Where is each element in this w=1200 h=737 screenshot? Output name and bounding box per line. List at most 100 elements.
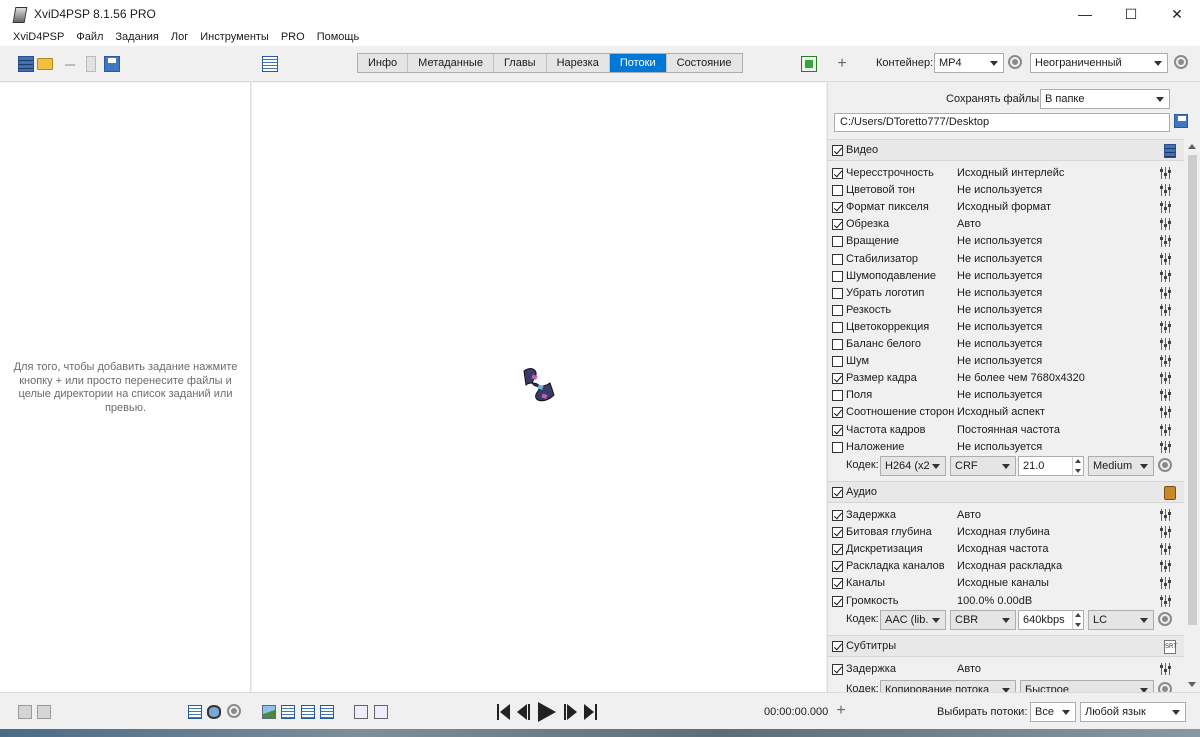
play-icon[interactable] <box>538 702 558 722</box>
video-quality-spinner[interactable]: 21.0 <box>1018 456 1084 476</box>
language-select[interactable]: Любой язык <box>1080 702 1186 722</box>
subtitles-codec-gear-icon[interactable] <box>1158 682 1172 692</box>
container-select[interactable]: MP4 <box>934 53 1004 73</box>
tune-sliders-icon[interactable] <box>1160 269 1172 282</box>
minimize-button[interactable]: — <box>1062 0 1108 28</box>
queue-icon[interactable] <box>18 705 32 719</box>
step-back-icon[interactable] <box>517 703 531 721</box>
add-icon[interactable]: + <box>834 56 850 72</box>
subtitles-filter-checkbox[interactable] <box>832 664 843 675</box>
filmstrip-icon[interactable] <box>320 705 334 719</box>
scroll-up-icon[interactable] <box>1188 144 1196 149</box>
spinner-arrows-icon[interactable] <box>1072 611 1083 629</box>
subtitles-speed-select[interactable]: Быстрое <box>1020 680 1154 692</box>
scroll-down-icon[interactable] <box>1188 682 1196 687</box>
video-filter-checkbox[interactable] <box>832 168 843 179</box>
video-mode-select[interactable]: CRF <box>950 456 1016 476</box>
tune-sliders-icon[interactable] <box>1160 406 1172 419</box>
task-list-panel[interactable]: Для того, чтобы добавить задание нажмите… <box>0 83 251 692</box>
video-filter-checkbox[interactable] <box>832 253 843 265</box>
menu-tools[interactable]: Инструменты <box>194 28 275 46</box>
video-filter-checkbox[interactable] <box>832 373 843 385</box>
open-folder-icon[interactable] <box>37 58 53 70</box>
subtitles-section-header[interactable]: Субтитры SRT <box>828 635 1184 657</box>
audio-enabled-checkbox[interactable] <box>832 487 843 498</box>
limit-select[interactable]: Неограниченный <box>1030 53 1168 73</box>
audio-codec-gear-icon[interactable] <box>1158 612 1172 626</box>
video-filter-row[interactable]: Чересстрочность Исходный интерлейс <box>828 165 1184 182</box>
audio-filter-checkbox[interactable] <box>832 595 843 607</box>
scrollbar-thumb[interactable] <box>1188 155 1197 625</box>
video-filter-checkbox[interactable] <box>832 185 843 197</box>
video-filter-row[interactable]: Обрезка Авто <box>828 216 1184 233</box>
audio-section-header[interactable]: Аудио <box>828 481 1184 503</box>
video-filter-row[interactable]: Поля Не используется <box>828 387 1184 404</box>
preview-eye-icon[interactable] <box>207 705 221 719</box>
audio-filter-row[interactable]: Битовая глубина Исходная глубина <box>828 524 1184 541</box>
tune-sliders-icon[interactable] <box>1160 286 1172 299</box>
video-filter-row[interactable]: Наложение Не используется <box>828 439 1184 456</box>
tune-sliders-icon[interactable] <box>1160 338 1172 350</box>
video-filter-row[interactable]: Убрать логотип Не используется <box>828 285 1184 302</box>
tune-sliders-icon[interactable] <box>1160 526 1172 539</box>
video-filter-checkbox[interactable] <box>832 270 843 282</box>
tune-sliders-icon[interactable] <box>1160 594 1172 607</box>
video-filter-checkbox[interactable] <box>832 304 843 316</box>
audio-filter-checkbox[interactable] <box>832 544 843 556</box>
task-details-icon[interactable] <box>188 705 202 719</box>
video-filter-row[interactable]: Резкость Не используется <box>828 302 1184 319</box>
video-enabled-checkbox[interactable] <box>832 145 843 156</box>
menu-pro[interactable]: PRO <box>275 28 311 46</box>
tune-sliders-icon[interactable] <box>1160 543 1172 556</box>
tab-cutting[interactable]: Нарезка <box>547 54 610 72</box>
video-filter-checkbox[interactable] <box>832 356 843 368</box>
task-list-icon[interactable] <box>262 56 278 72</box>
bottom-add-icon[interactable]: + <box>834 703 848 719</box>
video-filter-checkbox[interactable] <box>832 321 843 333</box>
tune-sliders-icon[interactable] <box>1160 235 1172 248</box>
tune-sliders-icon[interactable] <box>1160 440 1172 453</box>
audio-codec-select[interactable]: AAC (lib... <box>880 610 946 630</box>
step-forward-icon[interactable] <box>564 703 578 721</box>
browse-save-icon[interactable] <box>1174 114 1188 128</box>
limit-gear-icon[interactable] <box>1174 55 1188 69</box>
batch-icon[interactable] <box>37 705 51 719</box>
tab-metadata[interactable]: Метаданные <box>408 54 494 72</box>
video-filter-checkbox[interactable] <box>832 441 843 453</box>
video-filter-row[interactable]: Шум Не используется <box>828 353 1184 370</box>
audio-filter-checkbox[interactable] <box>832 527 843 539</box>
save-mode-select[interactable]: В папке <box>1040 89 1170 109</box>
audio-filter-row[interactable]: Дискретизация Исходная частота <box>828 541 1184 558</box>
bottom-gear-icon[interactable] <box>227 704 241 718</box>
menu-xvid4psp[interactable]: XviD4PSP <box>7 28 70 46</box>
tune-sliders-icon[interactable] <box>1160 663 1172 675</box>
audio-filter-checkbox[interactable] <box>832 561 843 573</box>
menu-help[interactable]: Помощь <box>311 28 366 46</box>
video-codec-gear-icon[interactable] <box>1158 458 1172 472</box>
tune-sliders-icon[interactable] <box>1160 577 1172 590</box>
video-filter-row[interactable]: Формат пикселя Исходный формат <box>828 199 1184 216</box>
audio-filter-row[interactable]: Задержка Авто <box>828 507 1184 524</box>
tune-sliders-icon[interactable] <box>1160 509 1172 521</box>
video-preset-select[interactable]: Medium <box>1088 456 1154 476</box>
output-path-input[interactable]: C:/Users/DToretto777/Desktop <box>834 113 1170 132</box>
screenshot-icon[interactable] <box>262 705 276 719</box>
audio-filter-row[interactable]: Громкость 100.0% 0.00dB <box>828 593 1184 610</box>
marker-b-icon[interactable] <box>374 705 388 719</box>
tune-sliders-icon[interactable] <box>1160 184 1172 197</box>
tune-sliders-icon[interactable] <box>1160 423 1172 436</box>
tune-sliders-icon[interactable] <box>1160 372 1172 385</box>
video-filter-checkbox[interactable] <box>832 339 843 350</box>
video-filter-checkbox[interactable] <box>832 407 843 419</box>
tune-sliders-icon[interactable] <box>1160 560 1172 573</box>
tab-streams[interactable]: Потоки <box>609 54 667 72</box>
subtitles-filter-row[interactable]: Задержка Авто <box>828 661 1184 678</box>
maximize-button[interactable]: ☐ <box>1108 0 1154 28</box>
audio-profile-select[interactable]: LC <box>1088 610 1154 630</box>
tune-sliders-icon[interactable] <box>1160 355 1172 368</box>
menu-tasks[interactable]: Задания <box>109 28 164 46</box>
video-filter-checkbox[interactable] <box>832 390 843 402</box>
video-filter-row[interactable]: Стабилизатор Не используется <box>828 251 1184 268</box>
video-filter-checkbox[interactable] <box>832 236 843 248</box>
skip-back-icon[interactable] <box>497 703 511 721</box>
